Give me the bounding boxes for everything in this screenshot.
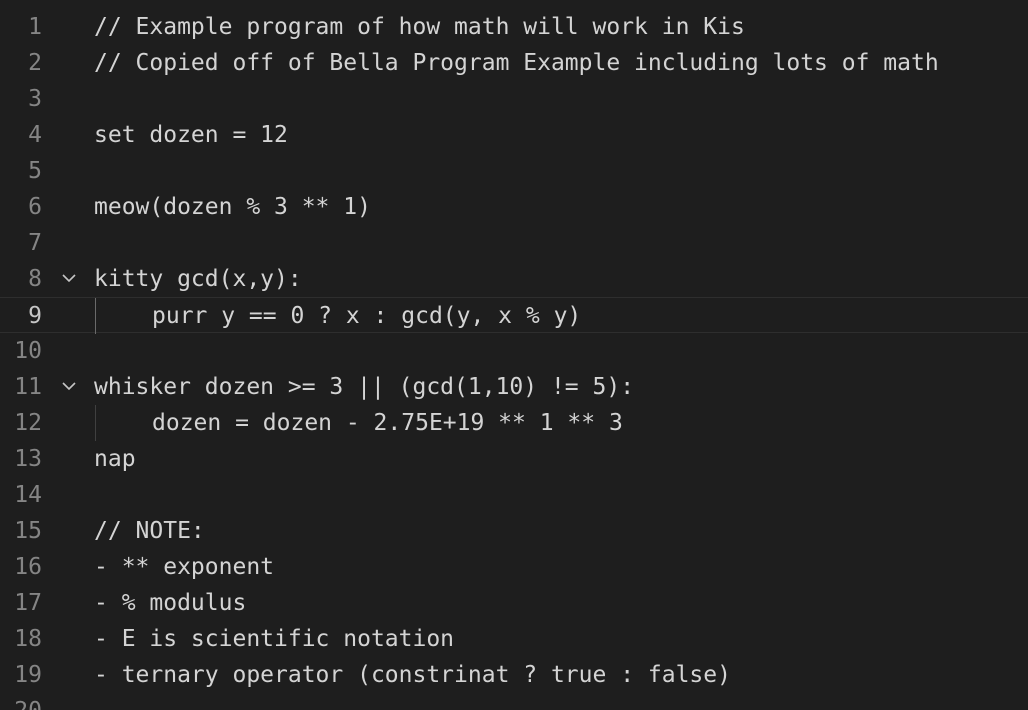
code-text[interactable]: nap	[94, 441, 136, 477]
editor-line[interactable]: 4 set dozen = 12	[0, 117, 1028, 153]
line-number: 14	[14, 482, 42, 508]
editor-line[interactable]: 15 // NOTE:	[0, 513, 1028, 549]
line-number: 2	[28, 50, 42, 76]
line-number: 17	[14, 590, 42, 616]
line-number: 20	[14, 693, 42, 710]
editor-line[interactable]: 11 whisker dozen >= 3 || (gcd(1,10) != 5…	[0, 369, 1028, 405]
chevron-down-icon[interactable]	[60, 261, 80, 297]
line-number: 1	[28, 14, 42, 40]
editor-line[interactable]: 18 - E is scientific notation	[0, 621, 1028, 657]
line-number: 8	[28, 266, 42, 292]
editor-line[interactable]: 3	[0, 81, 1028, 117]
code-text[interactable]: set dozen = 12	[94, 117, 288, 153]
editor-line[interactable]: 17 - % modulus	[0, 585, 1028, 621]
editor-line[interactable]: 20	[0, 693, 1028, 710]
editor-line[interactable]: 2 // Copied off of Bella Program Example…	[0, 45, 1028, 81]
line-number: 6	[28, 194, 42, 220]
current-line-highlight[interactable]: 9 purr y == 0 ? x : gcd(y, x % y)	[0, 297, 1028, 334]
line-number: 5	[28, 158, 42, 184]
line-number: 7	[28, 230, 42, 256]
line-number: 4	[28, 122, 42, 148]
chevron-down-icon[interactable]	[60, 369, 80, 405]
line-number: 18	[14, 626, 42, 652]
code-text[interactable]: - E is scientific notation	[94, 621, 454, 657]
code-text[interactable]: - % modulus	[94, 585, 246, 621]
code-text[interactable]: whisker dozen >= 3 || (gcd(1,10) != 5):	[94, 369, 634, 405]
editor-line[interactable]: 6 meow(dozen % 3 ** 1)	[0, 189, 1028, 225]
line-number: 3	[28, 86, 42, 112]
code-text[interactable]: kitty gcd(x,y):	[94, 261, 302, 297]
code-text[interactable]: purr y == 0 ? x : gcd(y, x % y)	[152, 298, 581, 334]
line-number: 9	[28, 303, 42, 329]
line-number: 15	[14, 518, 42, 544]
code-text[interactable]: // NOTE:	[94, 513, 205, 549]
indent-guide	[95, 405, 96, 441]
editor-line[interactable]: 7	[0, 225, 1028, 261]
code-editor[interactable]: 1 // Example program of how math will wo…	[0, 0, 1028, 710]
indent-guide	[95, 298, 96, 334]
code-text[interactable]: dozen = dozen - 2.75E+19 ** 1 ** 3	[152, 405, 623, 441]
code-text[interactable]: // Copied off of Bella Program Example i…	[94, 45, 939, 81]
editor-line[interactable]: 8 kitty gcd(x,y):	[0, 261, 1028, 297]
editor-line[interactable]: 1 // Example program of how math will wo…	[0, 9, 1028, 45]
code-text[interactable]: meow(dozen % 3 ** 1)	[94, 189, 371, 225]
line-number: 10	[14, 338, 42, 364]
line-number: 13	[14, 446, 42, 472]
code-text[interactable]: - ternary operator (constrinat ? true : …	[94, 657, 731, 693]
editor-line[interactable]: 14	[0, 477, 1028, 513]
line-number: 11	[14, 374, 42, 400]
editor-line[interactable]: 13 nap	[0, 441, 1028, 477]
code-text[interactable]: // Example program of how math will work…	[94, 9, 745, 45]
editor-line[interactable]: 5	[0, 153, 1028, 189]
line-number: 19	[14, 662, 42, 688]
editor-line[interactable]: 19 - ternary operator (constrinat ? true…	[0, 657, 1028, 693]
editor-line[interactable]: 10	[0, 333, 1028, 369]
code-text[interactable]: - ** exponent	[94, 549, 274, 585]
editor-line[interactable]: 16 - ** exponent	[0, 549, 1028, 585]
line-number: 16	[14, 554, 42, 580]
editor-line[interactable]: 12 dozen = dozen - 2.75E+19 ** 1 ** 3	[0, 405, 1028, 441]
line-number: 12	[14, 410, 42, 436]
